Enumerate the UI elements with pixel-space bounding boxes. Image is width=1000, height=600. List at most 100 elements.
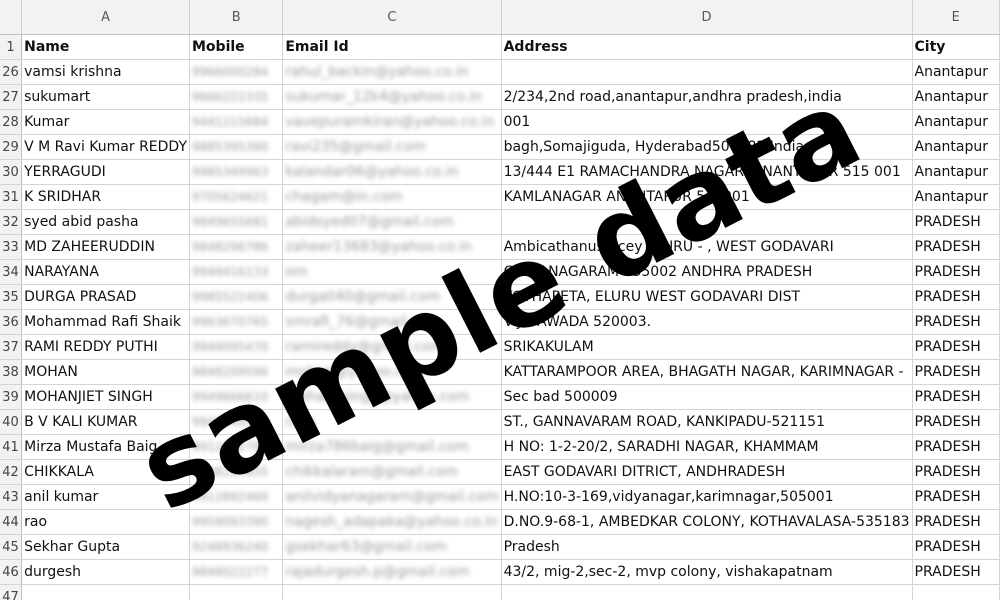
cell-mobile[interactable]: 9705624621 [189, 184, 284, 210]
cell-email[interactable]: anilvidyanagaram@gmail.com [282, 484, 502, 510]
row-number[interactable]: 37 [0, 334, 23, 360]
cell-mobile[interactable]: 9963670765 [189, 309, 284, 335]
cell-mobile[interactable]: 9848296786 [189, 234, 284, 260]
cell-email[interactable]: mohan@yahoo.com [282, 359, 502, 385]
cell-mobile[interactable]: 9949640512 [189, 409, 284, 435]
row-number[interactable]: 32 [0, 209, 23, 235]
row-number[interactable]: 29 [0, 134, 23, 160]
row-number[interactable]: 28 [0, 109, 23, 135]
cell-address[interactable]: VIJAYAWADA 520003. [501, 309, 913, 335]
cell-city[interactable]: PRADESH [912, 409, 1000, 435]
cell-name[interactable]: rao [21, 509, 190, 535]
column-header-b[interactable]: B [189, 0, 284, 35]
cell-city[interactable]: Anantapur [912, 84, 1000, 110]
cell-email[interactable]: nagesh_adapaka@yahoo.co.in [282, 509, 502, 535]
cell-name[interactable]: MOHAN [21, 359, 190, 385]
cell-city[interactable]: PRADESH [912, 234, 1000, 260]
cell-address[interactable]: H NO: 1-2-20/2, SARADHI NAGAR, KHAMMAM [501, 434, 913, 460]
cell-name[interactable]: MD ZAHEERUDDIN [21, 234, 190, 260]
row-number[interactable]: 33 [0, 234, 23, 260]
header-cell-address[interactable]: Address [501, 34, 913, 60]
cell-email[interactable]: abidsyed07@gmail.com [282, 209, 502, 235]
cell-mobile[interactable]: 9848209596 [189, 359, 284, 385]
cell-name[interactable]: V M Ravi Kumar REDDY [21, 134, 190, 160]
cell-address[interactable]: H.NO:10-3-169,vidyanagar,karimnagar,5050… [501, 484, 913, 510]
cell-email[interactable]: chagam@in.com [282, 184, 502, 210]
cell-name[interactable]: Mirza Mustafa Baig [21, 434, 190, 460]
row-number[interactable]: 31 [0, 184, 23, 210]
row-number[interactable]: 36 [0, 309, 23, 335]
cell-city[interactable]: PRADESH [912, 284, 1000, 310]
cell-email[interactable]: vavepuramkiran@yahoo.co.in [282, 109, 502, 135]
cell-name[interactable] [21, 584, 190, 600]
header-cell-mobile[interactable]: Mobile [189, 34, 284, 60]
cell-email[interactable]: rahul_backin@yahoo.co.in [282, 59, 502, 85]
cell-city[interactable]: PRADESH [912, 459, 1000, 485]
cell-mobile[interactable]: 9248936240 [189, 534, 284, 560]
row-number[interactable]: 43 [0, 484, 23, 510]
cell-mobile[interactable]: 9966000284 [189, 59, 284, 85]
cell-city[interactable]: PRADESH [912, 509, 1000, 535]
cell-name[interactable]: RAMI REDDY PUTHI [21, 334, 190, 360]
header-cell-email[interactable]: Email Id [282, 34, 502, 60]
row-number[interactable]: 44 [0, 509, 23, 535]
cell-email[interactable]: mohan_singh@yahoo.com [282, 384, 502, 410]
cell-email[interactable] [282, 584, 502, 600]
cell-mobile[interactable]: 9912452786 [189, 434, 284, 460]
cell-city[interactable]: Anantapur [912, 134, 1000, 160]
cell-address[interactable]: 2/234,2nd road,anantapur,andhra pradesh,… [501, 84, 913, 110]
cell-mobile[interactable]: 9949416133 [189, 259, 284, 285]
cell-mobile[interactable] [189, 584, 284, 600]
cell-address[interactable]: KAMLANAGAR ANANTAPUR 515001 [501, 184, 913, 210]
cell-mobile[interactable]: 9949095470 [189, 334, 284, 360]
cell-city[interactable]: Anantapur [912, 109, 1000, 135]
cell-address[interactable]: D.NO.9-68-1, AMBEDKAR COLONY, KOTHAVALAS… [501, 509, 913, 535]
cell-address[interactable]: Sec bad 500009 [501, 384, 913, 410]
cell-name[interactable]: YERRAGUDI [21, 159, 190, 185]
cell-mobile[interactable]: 9849655681 [189, 209, 284, 235]
cell-mobile[interactable]: 9959093390 [189, 509, 284, 535]
cell-mobile[interactable]: 9441215684 [189, 109, 284, 135]
cell-address[interactable] [501, 59, 913, 85]
row-number[interactable]: 46 [0, 559, 23, 585]
cell-name[interactable]: B V KALI KUMAR [21, 409, 190, 435]
cell-name[interactable]: anil kumar [21, 484, 190, 510]
cell-email[interactable]: ramireddy@gmail.com [282, 334, 502, 360]
cell-email[interactable]: om [282, 259, 502, 285]
cell-city[interactable]: Anantapur [912, 59, 1000, 85]
cell-email[interactable]: gsekhar63@gmail.com [282, 534, 502, 560]
cell-email[interactable]: smrafi_76@gmail.com [282, 309, 502, 335]
row-number[interactable]: 40 [0, 409, 23, 435]
cell-mobile[interactable]: 9666222335 [189, 84, 284, 110]
cell-address[interactable]: KATTARAMPOOR AREA, BHAGATH NAGAR, KARIMN… [501, 359, 913, 385]
cell-email[interactable]: ravi235@gmail.com [282, 134, 502, 160]
cell-city[interactable]: PRADESH [912, 259, 1000, 285]
row-number[interactable]: 39 [0, 384, 23, 410]
cell-address[interactable] [501, 584, 913, 600]
cell-address[interactable]: ST., GANNAVARAM ROAD, KANKIPADU-521151 [501, 409, 913, 435]
cell-name[interactable]: syed abid pasha [21, 209, 190, 235]
row-number[interactable]: 26 [0, 59, 23, 85]
cell-mobile[interactable]: 9949666610 [189, 384, 284, 410]
cell-name[interactable]: DURGA PRASAD [21, 284, 190, 310]
cell-mobile[interactable]: 9885395390 [189, 134, 284, 160]
select-all-corner[interactable] [0, 0, 23, 35]
cell-email[interactable]: durga040@gmail.com [282, 284, 502, 310]
cell-email[interactable]: rajadurgesh.p@gmail.com [282, 559, 502, 585]
cell-email[interactable]: mirza786baig@gmail.com [282, 434, 502, 460]
cell-email[interactable]: sukumar_12k4@yahoo.co.in [282, 84, 502, 110]
cell-mobile[interactable]: 9848229955 [189, 459, 284, 485]
cell-email[interactable]: chikkalaram@gmail.com [282, 459, 502, 485]
row-number[interactable]: 41 [0, 434, 23, 460]
cell-city[interactable]: Anantapur [912, 184, 1000, 210]
cell-address[interactable]: 43/2, mig-2,sec-2, mvp colony, vishakapa… [501, 559, 913, 585]
cell-name[interactable]: K SRIDHAR [21, 184, 190, 210]
cell-mobile[interactable]: 9912892460 [189, 484, 284, 510]
column-header-a[interactable]: A [21, 0, 190, 35]
row-number[interactable]: 38 [0, 359, 23, 385]
cell-city[interactable] [912, 584, 1000, 600]
cell-name[interactable]: Mohammad Rafi Shaik [21, 309, 190, 335]
cell-city[interactable]: PRADESH [912, 309, 1000, 335]
cell-address[interactable]: Ambicathanusrecey ELURU - , WEST GODAVAR… [501, 234, 913, 260]
cell-name[interactable]: sukumart [21, 84, 190, 110]
